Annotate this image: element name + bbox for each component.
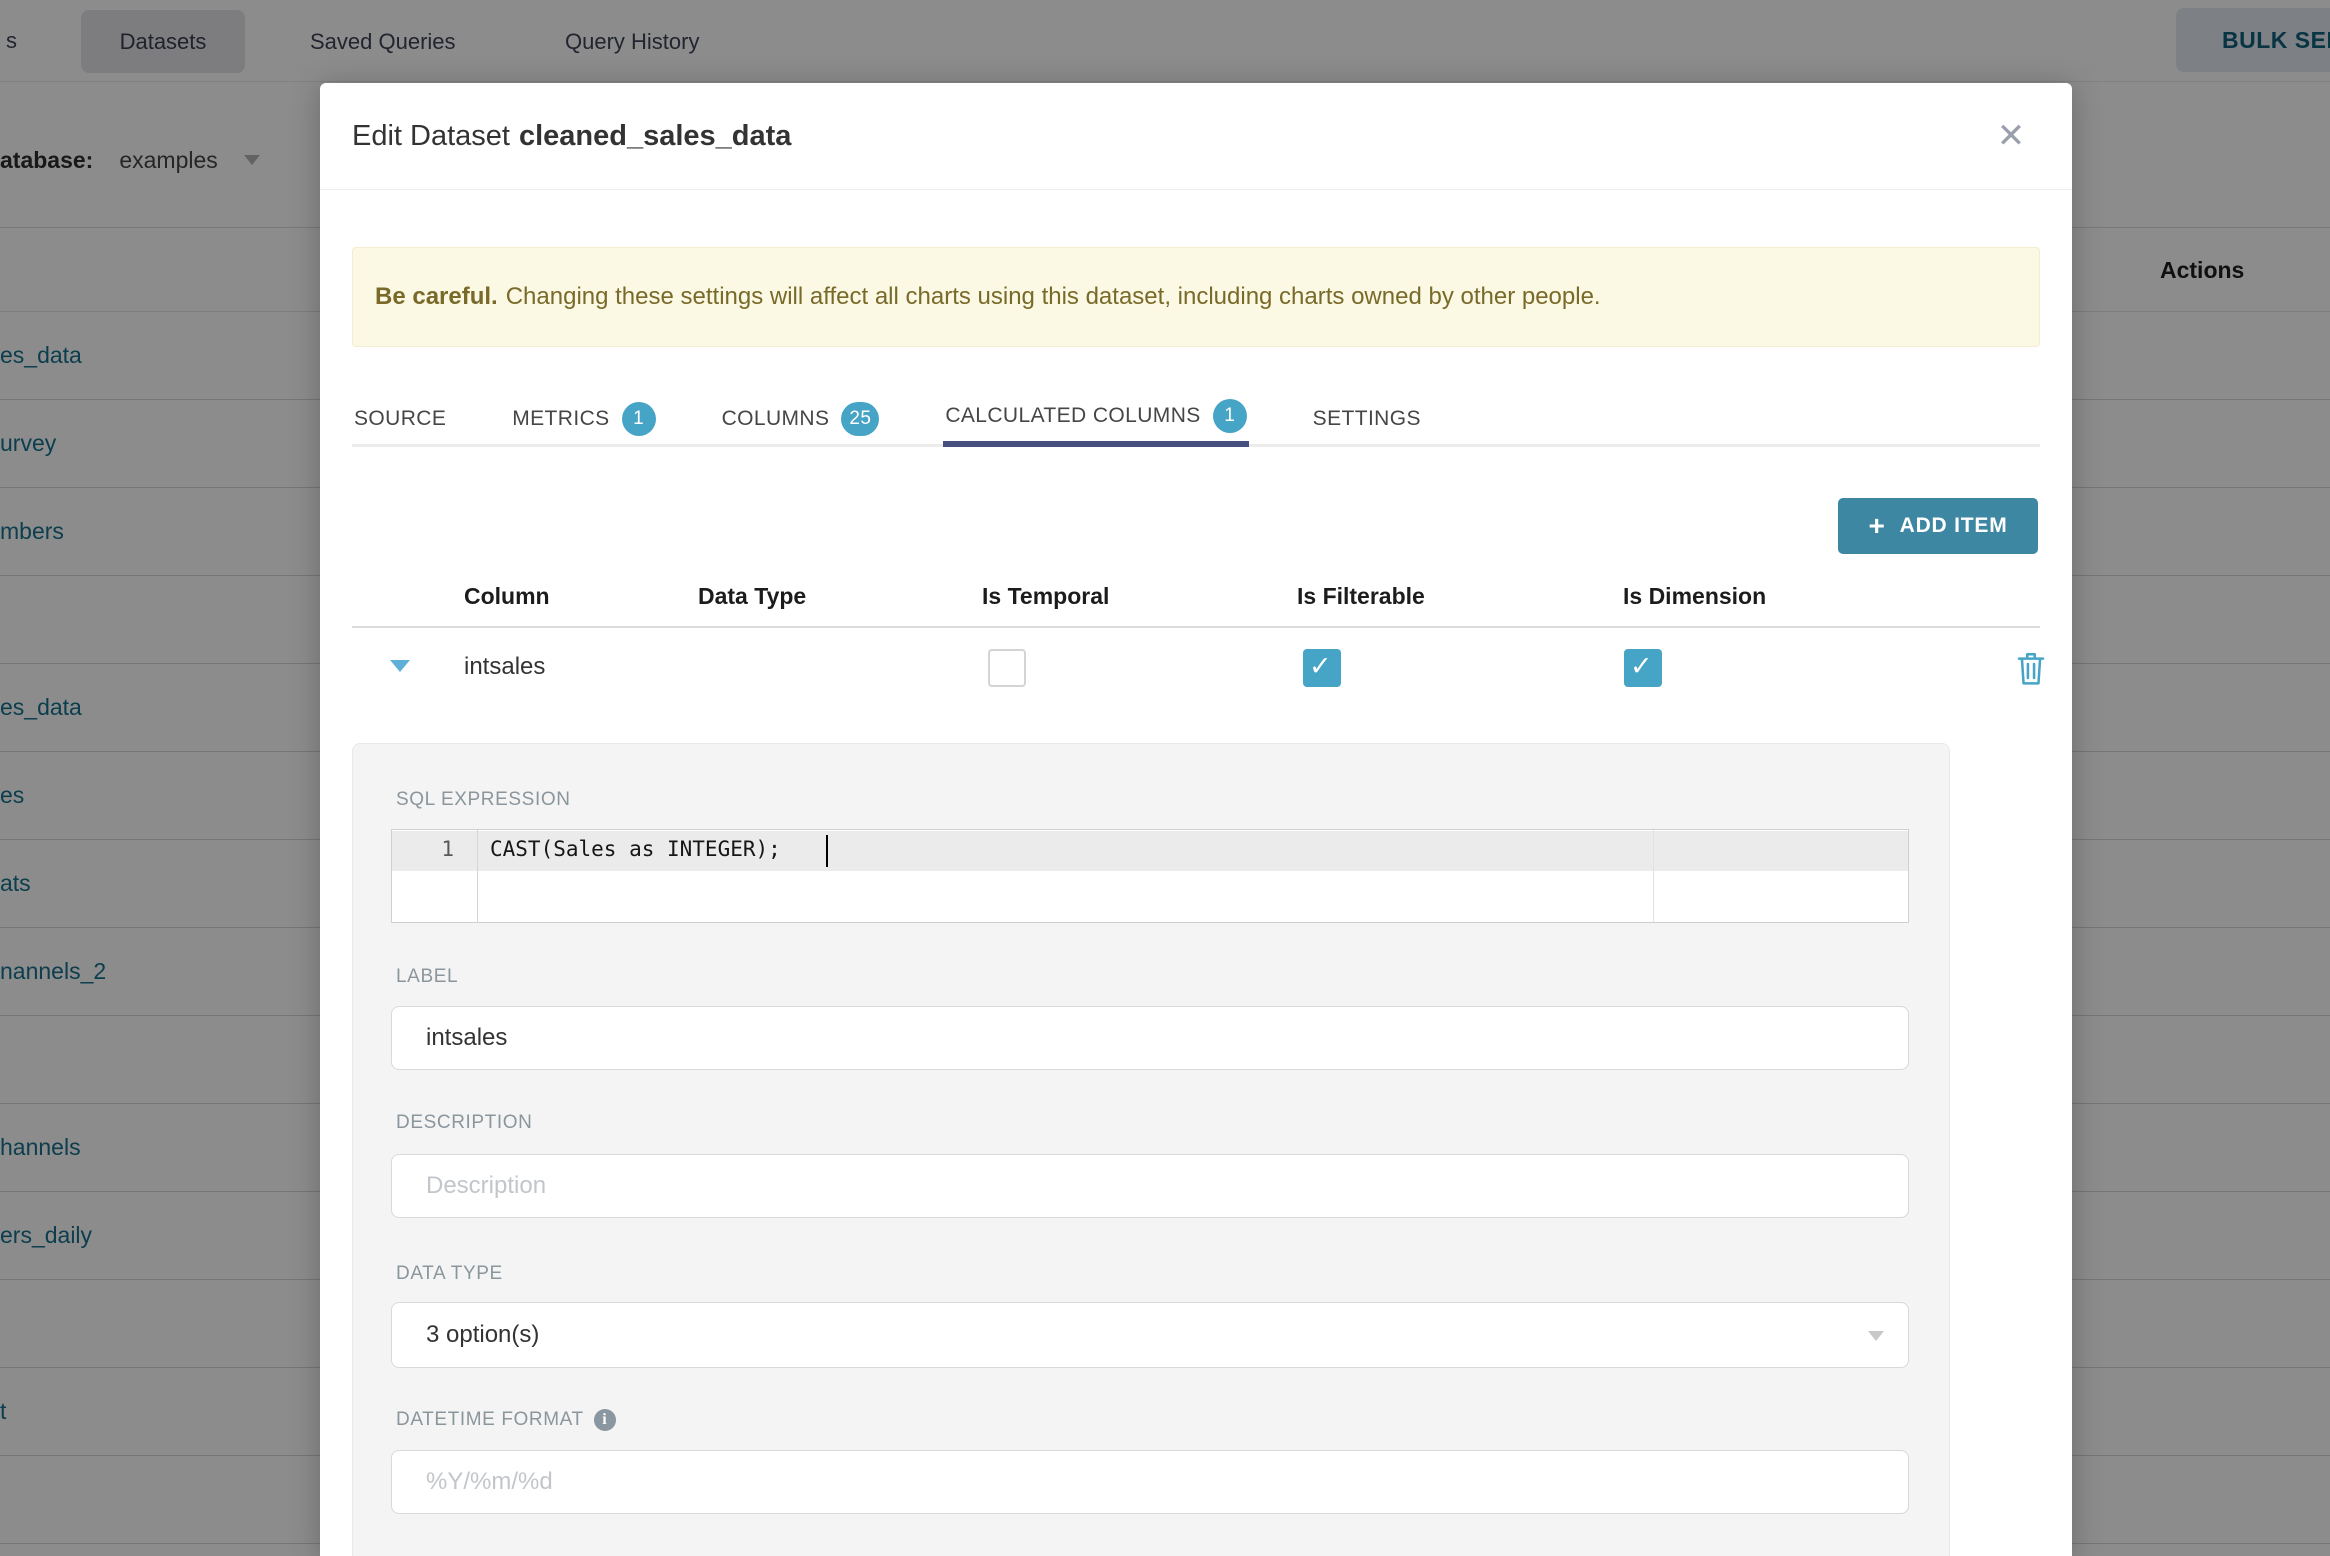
columns-count-badge: 25 — [841, 402, 880, 436]
data-type-select[interactable]: 3 option(s) — [391, 1302, 1909, 1368]
grid-header-is-dimension: Is Dimension — [1623, 583, 1767, 609]
description-field-label: DESCRIPTION — [396, 1112, 532, 1134]
modal-title-dataset-name: cleaned_sales_data — [518, 120, 792, 152]
calculated-column-detail-panel: SQL EXPRESSION 1 CAST(Sales as INTEGER);… — [352, 743, 1950, 1556]
label-field-label-text: LABEL — [396, 966, 459, 987]
tab-label: CALCULATED COLUMNS — [945, 404, 1201, 427]
datetime-format-field-label: DATETIME FORMAT — [396, 1409, 616, 1431]
calculated-columns-count-badge: 1 — [1212, 399, 1247, 433]
sql-expression-label: SQL EXPRESSION — [396, 789, 571, 811]
metrics-count-badge: 1 — [621, 402, 656, 436]
data-type-field-label: DATA TYPE — [396, 1263, 503, 1285]
tab-metrics[interactable]: METRICS 1 — [510, 377, 657, 447]
warning-banner-bold: Be careful. — [375, 283, 498, 310]
description-input[interactable] — [391, 1154, 1909, 1218]
editor-print-margin — [1653, 830, 1654, 922]
close-icon[interactable] — [1986, 111, 2036, 161]
editor-line-number: 1 — [441, 837, 454, 861]
warning-banner: Be careful. Changing these settings will … — [352, 247, 2040, 347]
add-item-button[interactable]: ADD ITEM — [1838, 498, 2038, 554]
tab-label: COLUMNS — [721, 407, 830, 430]
datetime-format-label-text: DATETIME FORMAT — [396, 1409, 584, 1430]
modal-title: Edit Dataset cleaned_sales_data — [352, 83, 791, 190]
description-field-label-text: DESCRIPTION — [396, 1112, 533, 1133]
edit-dataset-modal: Edit Datasetcleaned_sales_data Be carefu… — [320, 83, 2072, 1556]
tab-settings[interactable]: SETTINGS — [1311, 377, 1423, 447]
grid-header-column: Column — [464, 583, 550, 609]
grid-header-is-filterable: Is Filterable — [1297, 583, 1425, 609]
modal-tab-bar: SOURCE METRICS 1 COLUMNS 25 CALCULATED COL… — [352, 377, 2040, 447]
tab-label: SOURCE — [354, 407, 447, 430]
grid-header-divider — [352, 626, 2040, 628]
is-filterable-checkbox[interactable] — [1303, 649, 1341, 687]
warning-banner-text: Changing these settings will affect all … — [505, 283, 1601, 310]
grid-header-is-temporal: Is Temporal — [982, 583, 1110, 609]
data-type-field-label-text: DATA TYPE — [396, 1263, 503, 1284]
datetime-format-input[interactable] — [391, 1450, 1909, 1514]
editor-gutter-divider — [477, 830, 478, 922]
collapse-row-caret-icon[interactable] — [390, 660, 410, 672]
tab-label: METRICS — [512, 407, 610, 430]
modal-title-prefix: Edit Dataset — [352, 120, 510, 152]
tab-source[interactable]: SOURCE — [352, 377, 448, 447]
editor-code-text[interactable]: CAST(Sales as INTEGER); — [490, 837, 781, 861]
chevron-down-icon — [1868, 1331, 1884, 1341]
delete-column-icon[interactable] — [2015, 650, 2047, 691]
label-field-label: LABEL — [396, 966, 458, 988]
data-type-selected-value: 3 option(s) — [426, 1321, 540, 1348]
is-temporal-checkbox[interactable] — [988, 649, 1026, 687]
tab-calculated-columns[interactable]: CALCULATED COLUMNS 1 — [943, 377, 1249, 447]
label-input[interactable] — [391, 1006, 1909, 1070]
tab-columns[interactable]: COLUMNS 25 — [720, 377, 882, 447]
plus-icon — [1868, 510, 1885, 542]
tab-label: SETTINGS — [1312, 407, 1421, 430]
grid-header-data-type: Data Type — [698, 583, 807, 609]
sql-expression-label-text: SQL EXPRESSION — [396, 789, 571, 810]
modal-header: Edit Dataset cleaned_sales_data — [320, 83, 2072, 190]
is-dimension-checkbox[interactable] — [1624, 649, 1662, 687]
calculated-column-name: intsales — [464, 653, 546, 680]
info-icon[interactable] — [593, 1409, 616, 1431]
sql-expression-editor[interactable]: 1 CAST(Sales as INTEGER); — [391, 829, 1909, 923]
editor-text-cursor — [826, 835, 828, 867]
add-item-label: ADD ITEM — [1899, 514, 2008, 537]
